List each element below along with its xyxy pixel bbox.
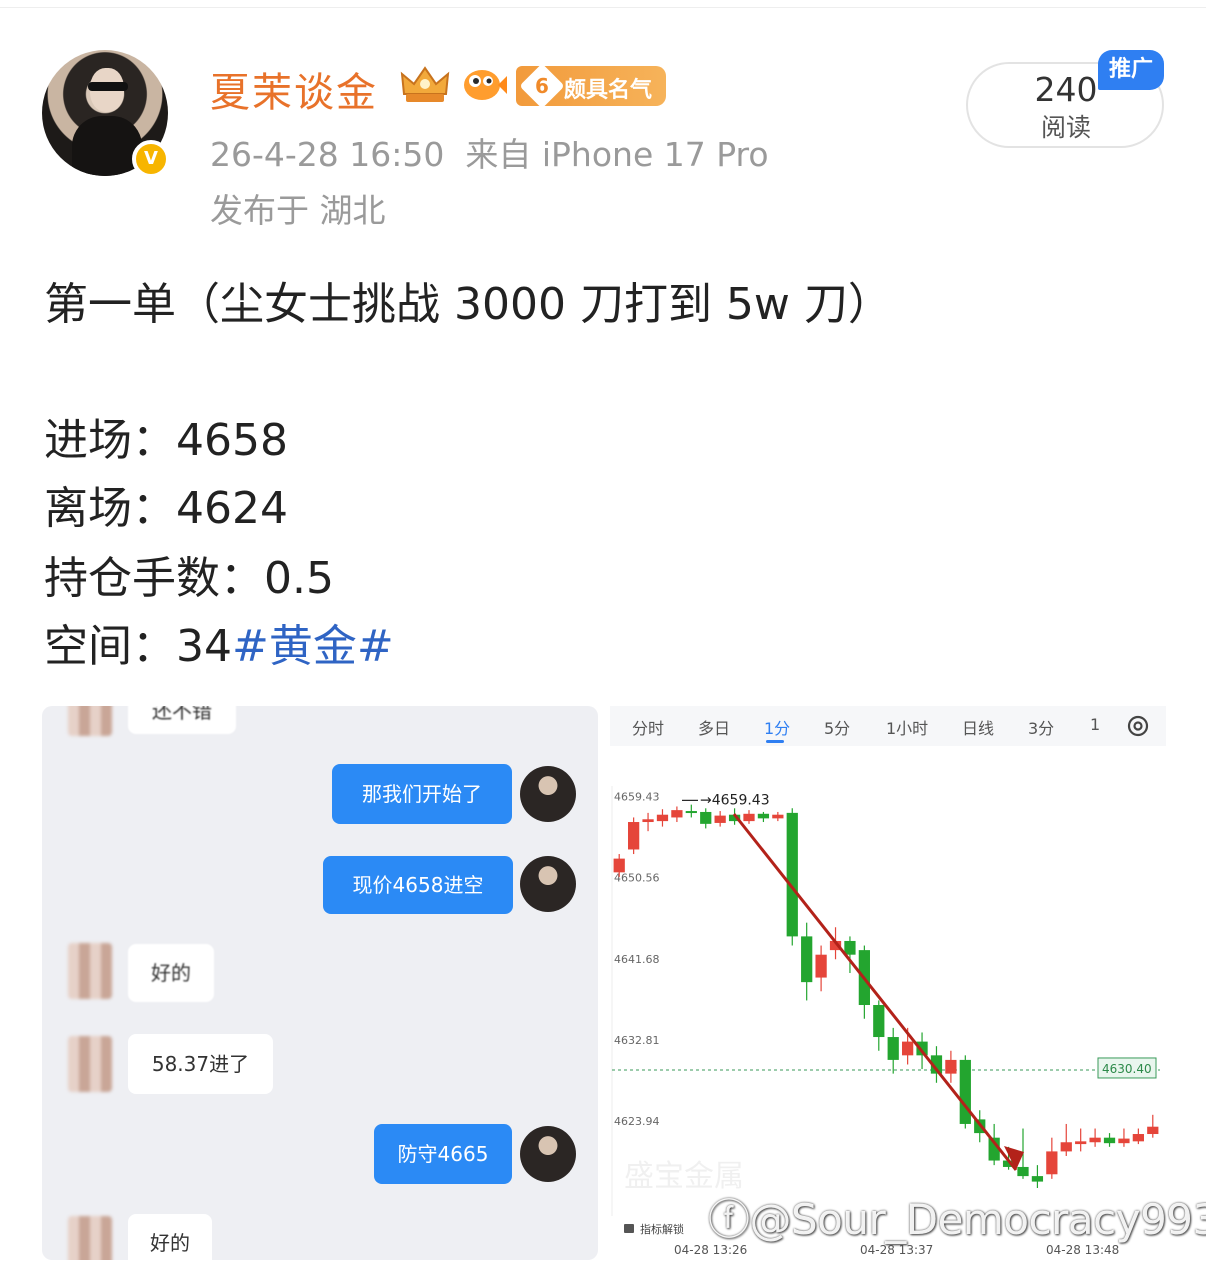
contact-avatar	[68, 706, 112, 736]
y-tick-label: 4632.81	[614, 1034, 660, 1047]
candle-body	[613, 858, 625, 873]
settings-icon[interactable]	[1126, 714, 1150, 738]
candle-body	[671, 810, 683, 818]
candlestick-chart: 4659.43 4650.56 4641.68 4632.81 4623.94 4630.…	[611, 786, 1160, 1257]
tab-5min[interactable]: 5分	[824, 715, 850, 739]
candle-body	[685, 811, 697, 814]
candle-body	[945, 1059, 957, 1074]
candle-body	[801, 936, 813, 983]
tab-multiday[interactable]: 多日	[698, 715, 730, 739]
candle-body	[1060, 1142, 1072, 1152]
tab-1hour[interactable]: 1小时	[886, 715, 928, 739]
current-price-label: 4630.40	[1102, 1062, 1152, 1076]
self-avatar	[520, 1126, 576, 1182]
tab-1min[interactable]: 1分	[764, 715, 790, 739]
self-avatar	[520, 766, 576, 822]
candle-body	[1103, 1137, 1116, 1144]
chat-bubble-out: 那我们开始了	[332, 764, 512, 824]
candle-body	[642, 819, 654, 823]
verified-badge-icon: V	[132, 140, 170, 178]
candle-body	[714, 815, 726, 823]
chat-bubble-in: 好的	[128, 1214, 212, 1260]
lots-line: 持仓手数：0.5	[44, 553, 334, 604]
candle-body	[628, 822, 640, 850]
candle-body	[902, 1041, 914, 1056]
contact-avatar	[68, 943, 112, 999]
candle-body	[786, 812, 798, 937]
post-title: 第一单（尘女士挑战 3000 刀打到 5w 刀）	[44, 279, 892, 330]
contact-avatar	[68, 1036, 112, 1092]
candle-body	[757, 813, 770, 819]
candle-body	[700, 811, 712, 824]
trend-arrow-line	[732, 813, 1018, 1171]
candle-body	[815, 954, 827, 978]
fame-level-badge[interactable]: 6 颇具名气	[516, 63, 666, 109]
y-tick-label: 4650.56	[614, 872, 660, 885]
chat-bubble-out: 现价4658进空	[323, 856, 513, 914]
candle-body	[1132, 1134, 1144, 1142]
candle-body	[844, 940, 856, 955]
space-line: 空间：34#黄金#	[44, 610, 394, 674]
indicator-lock-label: 指标解锁	[640, 1222, 684, 1236]
read-label: 阅读	[1040, 113, 1091, 142]
self-avatar	[520, 856, 576, 912]
high-annotation-label: →4659.43	[700, 792, 770, 808]
candle-body	[887, 1037, 899, 1060]
post-location: 发布于 湖北	[210, 191, 386, 230]
candle-body	[1017, 1166, 1029, 1177]
fame-level-number: 6	[535, 73, 549, 98]
top-divider	[0, 0, 1206, 8]
lock-icon	[624, 1224, 634, 1233]
fame-level-label: 颇具名气	[564, 78, 653, 103]
candle-body	[1089, 1137, 1101, 1143]
tab-more[interactable]: 1	[1090, 715, 1100, 734]
space-value: 空间：34	[44, 621, 232, 672]
chat-bubble-in: 还不错	[128, 706, 236, 734]
tab-daily[interactable]: 日线	[962, 715, 994, 739]
tab-fenshi[interactable]: 分时	[632, 715, 664, 739]
chat-bubble-out: 防守4665	[374, 1124, 512, 1184]
fish-icon	[464, 70, 507, 100]
candle-body	[1118, 1138, 1130, 1144]
candle-body	[1031, 1176, 1044, 1182]
y-tick-label: 4641.68	[614, 953, 660, 966]
post-meta: 26-4-28 16:50 来自 iPhone 17 Pro	[210, 135, 769, 174]
chat-screenshot[interactable]: 还不错 那我们开始了 现价4658进空 好的 58.37进了 防守4665 好的	[42, 706, 598, 1260]
entry-line: 进场：4658	[44, 415, 288, 466]
candle-body	[959, 1059, 971, 1124]
contact-avatar	[68, 1216, 112, 1260]
author-name[interactable]: 夏茉谈金	[210, 60, 378, 118]
candle-body	[873, 1005, 885, 1038]
promo-tag[interactable]: 推广	[1098, 50, 1164, 90]
chart-timeframe-tabs: 分时 多日 1分 5分 1小时 日线 3分 1	[610, 706, 1166, 746]
chart-screenshot[interactable]: 分时 多日 1分 5分 1小时 日线 3分 1 4659.43 4650.56 46…	[610, 706, 1166, 1260]
crown-icon	[400, 66, 450, 102]
chat-bubble-in: 58.37进了	[128, 1034, 273, 1094]
exit-line: 离场：4624	[44, 483, 288, 534]
y-tick-label: 4659.43	[614, 790, 660, 803]
source-watermark: ⓕ@Sour_Democracy993	[708, 1195, 1206, 1244]
candle-body	[772, 814, 784, 819]
chat-bubble-in: 好的	[128, 944, 214, 1002]
tab-3min[interactable]: 3分	[1028, 715, 1054, 739]
candle-body	[743, 813, 755, 822]
candle-body	[656, 814, 669, 822]
hashtag-gold[interactable]: #黄金#	[232, 621, 394, 672]
candle-body	[1147, 1126, 1159, 1135]
candle-body	[1075, 1141, 1087, 1145]
active-tab-indicator	[766, 740, 784, 743]
candle-body	[1046, 1151, 1058, 1175]
y-tick-label: 4623.94	[614, 1115, 660, 1128]
